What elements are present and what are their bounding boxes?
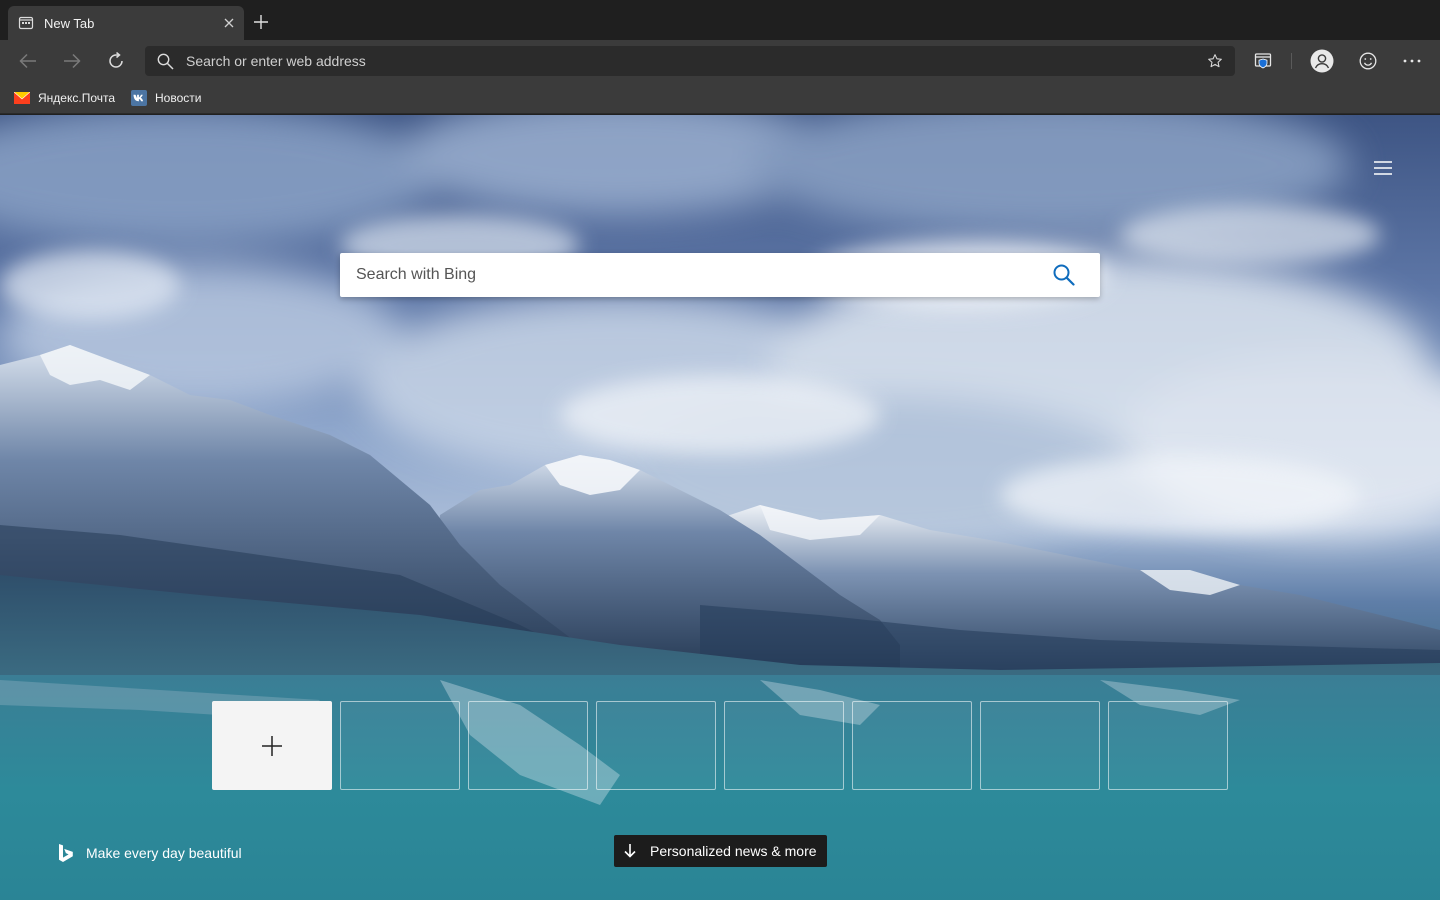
empty-site-tile[interactable] bbox=[596, 701, 716, 790]
personalized-news-label: Personalized news & more bbox=[650, 843, 817, 859]
refresh-button[interactable] bbox=[102, 47, 130, 75]
personalized-news-button[interactable]: Personalized news & more bbox=[614, 835, 827, 867]
ellipsis-icon bbox=[1403, 59, 1421, 63]
bing-logo-icon bbox=[58, 843, 74, 863]
profile-button[interactable] bbox=[1308, 47, 1336, 75]
empty-site-tile[interactable] bbox=[852, 701, 972, 790]
collections-shield-icon bbox=[1254, 53, 1272, 69]
forward-button[interactable] bbox=[58, 47, 86, 75]
newtab-page-icon bbox=[18, 15, 34, 31]
refresh-icon bbox=[109, 52, 123, 68]
bing-search-box[interactable] bbox=[340, 253, 1100, 297]
quick-links bbox=[212, 701, 1228, 790]
tab-title: New Tab bbox=[44, 15, 95, 31]
add-site-tile[interactable] bbox=[212, 701, 332, 790]
toolbar bbox=[0, 40, 1440, 82]
empty-site-tile[interactable] bbox=[1108, 701, 1228, 790]
star-icon[interactable] bbox=[1201, 47, 1229, 75]
close-icon[interactable] bbox=[218, 12, 240, 34]
new-tab-page: Make every day beautiful Personalized ne… bbox=[0, 115, 1440, 900]
plus-icon bbox=[262, 735, 282, 756]
collections-button[interactable] bbox=[1249, 47, 1277, 75]
arrow-left-icon bbox=[19, 53, 36, 69]
vk-icon bbox=[131, 89, 148, 106]
image-credit-label: Make every day beautiful bbox=[86, 845, 242, 861]
address-bar[interactable] bbox=[145, 46, 1235, 76]
bing-search-input[interactable] bbox=[340, 266, 1042, 284]
more-button[interactable] bbox=[1398, 47, 1426, 75]
new-tab-button[interactable] bbox=[250, 11, 272, 33]
page-settings-menu-button[interactable] bbox=[1370, 155, 1396, 181]
smiley-icon bbox=[1359, 52, 1377, 70]
favorite-label: Яндекс.Почта bbox=[38, 90, 116, 105]
avatar-icon bbox=[1310, 49, 1334, 73]
toolbar-divider bbox=[1291, 53, 1292, 69]
favorite-label: Новости bbox=[155, 90, 202, 105]
search-icon bbox=[157, 53, 174, 70]
arrow-down-icon bbox=[624, 844, 636, 858]
tab-new-tab[interactable]: New Tab bbox=[8, 6, 244, 40]
plus-icon bbox=[254, 15, 268, 29]
arrow-right-icon bbox=[64, 53, 81, 69]
favorite-vk-news[interactable]: Новости bbox=[131, 89, 202, 106]
tab-strip: New Tab bbox=[0, 0, 1440, 40]
yandex-mail-icon bbox=[14, 90, 30, 106]
back-button[interactable] bbox=[14, 47, 42, 75]
empty-site-tile[interactable] bbox=[340, 701, 460, 790]
background-landscape bbox=[0, 345, 1440, 900]
search-icon[interactable] bbox=[1042, 253, 1086, 297]
hamburger-icon bbox=[1374, 161, 1392, 175]
favorites-bar: Яндекс.Почта Новости bbox=[0, 82, 1440, 114]
empty-site-tile[interactable] bbox=[468, 701, 588, 790]
image-credit-link[interactable]: Make every day beautiful bbox=[58, 843, 242, 863]
empty-site-tile[interactable] bbox=[724, 701, 844, 790]
address-input[interactable] bbox=[186, 53, 1201, 69]
empty-site-tile[interactable] bbox=[980, 701, 1100, 790]
favorite-yandex-mail[interactable]: Яндекс.Почта bbox=[14, 90, 115, 106]
feedback-button[interactable] bbox=[1354, 47, 1382, 75]
